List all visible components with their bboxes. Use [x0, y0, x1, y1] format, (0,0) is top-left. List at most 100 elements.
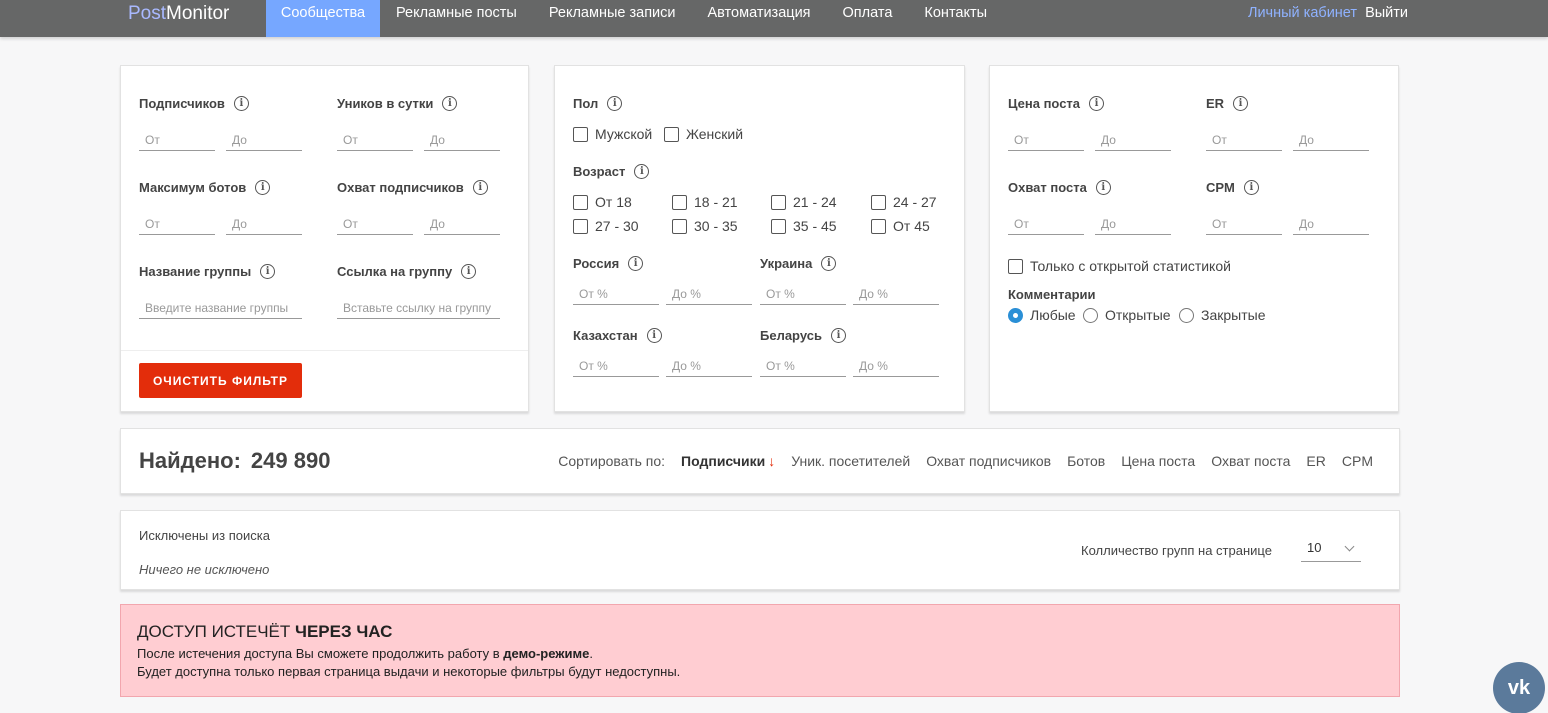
gender-male-checkbox[interactable]: Мужской [573, 126, 652, 142]
info-icon[interactable]: i [1233, 96, 1249, 111]
per-page-select[interactable]: 10 [1301, 540, 1361, 562]
cpm-to-input[interactable] [1293, 213, 1369, 235]
sort-subscribers[interactable]: Подписчики ↓ [681, 453, 775, 469]
radio-button[interactable] [1008, 307, 1023, 323]
post-reach-to-input[interactable] [1095, 213, 1171, 235]
age-checkbox[interactable]: 35 - 45 [771, 218, 837, 234]
vk-icon[interactable]: vk [1493, 662, 1545, 713]
info-icon[interactable]: i [1089, 96, 1105, 111]
sort-er[interactable]: ER [1306, 453, 1325, 469]
gender-female-checkbox[interactable]: Женский [664, 126, 743, 142]
clear-filter-button[interactable]: ОЧИСТИТЬ ФИЛЬТР [139, 363, 302, 398]
logo-part-monitor: Monitor [166, 3, 230, 24]
excluded-empty-text: Ничего не исключено [139, 562, 270, 577]
nav-ad-posts[interactable]: Рекламные посты [380, 0, 533, 37]
logout-link[interactable]: Выйти [1365, 5, 1408, 21]
checkbox-box[interactable] [573, 194, 588, 210]
radio-button[interactable] [1179, 307, 1194, 323]
subscriber-reach-from-input[interactable] [337, 213, 413, 235]
russia-from-input[interactable] [573, 283, 659, 305]
age-checkbox[interactable]: От 18 [573, 194, 632, 210]
cpm-from-input[interactable] [1206, 213, 1282, 235]
kazakhstan-to-input[interactable] [666, 355, 752, 377]
belarus-from-input[interactable] [760, 355, 846, 377]
sort-unique-visitors[interactable]: Уник. посетителей [791, 453, 910, 469]
radio-button[interactable] [1083, 307, 1098, 323]
post-price-from-input[interactable] [1008, 129, 1084, 151]
sort-options: Сортировать по: Подписчики ↓ Уник. посети… [558, 453, 1373, 469]
info-icon[interactable]: i [461, 264, 477, 279]
uniques-label: Уников в сутки i [337, 96, 458, 111]
subscribers-from-input[interactable] [139, 129, 215, 151]
age-checkbox[interactable]: 30 - 35 [672, 218, 738, 234]
age-checkbox[interactable]: От 45 [871, 218, 930, 234]
cabinet-link[interactable]: Личный кабинет [1248, 5, 1357, 21]
checkbox-box[interactable] [573, 218, 588, 234]
checkbox-box[interactable] [871, 218, 886, 234]
er-label: ER i [1206, 96, 1249, 111]
nav-ad-records[interactable]: Рекламные записи [533, 0, 692, 37]
info-icon[interactable]: i [472, 180, 488, 195]
max-bots-to-input[interactable] [226, 213, 302, 235]
checkbox-box[interactable] [771, 218, 786, 234]
checkbox-box[interactable] [672, 218, 687, 234]
subscribers-to-input[interactable] [226, 129, 302, 151]
nav-automation[interactable]: Автоматизация [692, 0, 827, 37]
nav-contacts[interactable]: Контакты [908, 0, 1003, 37]
subscriber-reach-to-input[interactable] [424, 213, 500, 235]
ukraine-to-input[interactable] [853, 283, 939, 305]
checkbox-box[interactable] [771, 194, 786, 210]
er-from-input[interactable] [1206, 129, 1282, 151]
group-name-label: Название группы i [139, 264, 276, 279]
sort-bots[interactable]: Ботов [1067, 453, 1105, 469]
checkbox-box[interactable] [871, 194, 886, 210]
checkbox-box[interactable] [1008, 258, 1023, 274]
group-link-input[interactable] [337, 297, 500, 319]
open-stats-checkbox[interactable]: Только с открытой статистикой [1008, 258, 1231, 274]
post-reach-from-input[interactable] [1008, 213, 1084, 235]
sort-post-price[interactable]: Цена поста [1121, 453, 1195, 469]
russia-to-input[interactable] [666, 283, 752, 305]
info-icon[interactable]: i [255, 180, 271, 195]
max-bots-from-input[interactable] [139, 213, 215, 235]
info-icon[interactable]: i [646, 328, 662, 343]
er-to-input[interactable] [1293, 129, 1369, 151]
ukraine-from-input[interactable] [760, 283, 846, 305]
sort-subscriber-reach[interactable]: Охват подписчиков [926, 453, 1051, 469]
sort-cpm[interactable]: CPM [1342, 453, 1373, 469]
nav-payment[interactable]: Оплата [827, 0, 909, 37]
excluded-title: Исключены из поиска [139, 528, 270, 543]
checkbox-box[interactable] [672, 194, 687, 210]
comments-closed-radio[interactable]: Закрытые [1179, 307, 1265, 323]
info-icon[interactable]: i [830, 328, 846, 343]
uniques-from-input[interactable] [337, 129, 413, 151]
post-price-to-input[interactable] [1095, 129, 1171, 151]
nav-communities[interactable]: Сообщества [266, 0, 380, 37]
info-icon[interactable]: i [634, 164, 650, 179]
info-icon[interactable]: i [607, 96, 623, 111]
info-icon[interactable]: i [233, 96, 249, 111]
kazakhstan-from-input[interactable] [573, 355, 659, 377]
group-name-input[interactable] [139, 297, 302, 319]
checkbox-box[interactable] [573, 126, 588, 142]
comments-any-radio[interactable]: Любые [1008, 307, 1076, 323]
age-checkbox[interactable]: 27 - 30 [573, 218, 639, 234]
belarus-to-input[interactable] [853, 355, 939, 377]
filter-card-audience: Подписчиковi Уников в суткиi Максимум бо… [120, 65, 529, 412]
info-icon[interactable]: i [628, 256, 644, 271]
info-icon[interactable]: i [260, 264, 276, 279]
alert-line-1: После истечения доступа Вы сможете продо… [137, 646, 593, 661]
checkbox-box[interactable] [664, 126, 679, 142]
info-icon[interactable]: i [442, 96, 458, 111]
sort-post-reach[interactable]: Охват поста [1211, 453, 1290, 469]
comments-open-radio[interactable]: Открытые [1083, 307, 1171, 323]
info-icon[interactable]: i [821, 256, 837, 271]
uniques-to-input[interactable] [424, 129, 500, 151]
logo[interactable]: PostMonitor [128, 3, 229, 25]
age-checkbox[interactable]: 24 - 27 [871, 194, 937, 210]
info-icon[interactable]: i [1095, 180, 1111, 195]
age-checkbox[interactable]: 21 - 24 [771, 194, 837, 210]
per-page-value: 10 [1307, 540, 1322, 555]
age-checkbox[interactable]: 18 - 21 [672, 194, 738, 210]
info-icon[interactable]: i [1243, 180, 1259, 195]
